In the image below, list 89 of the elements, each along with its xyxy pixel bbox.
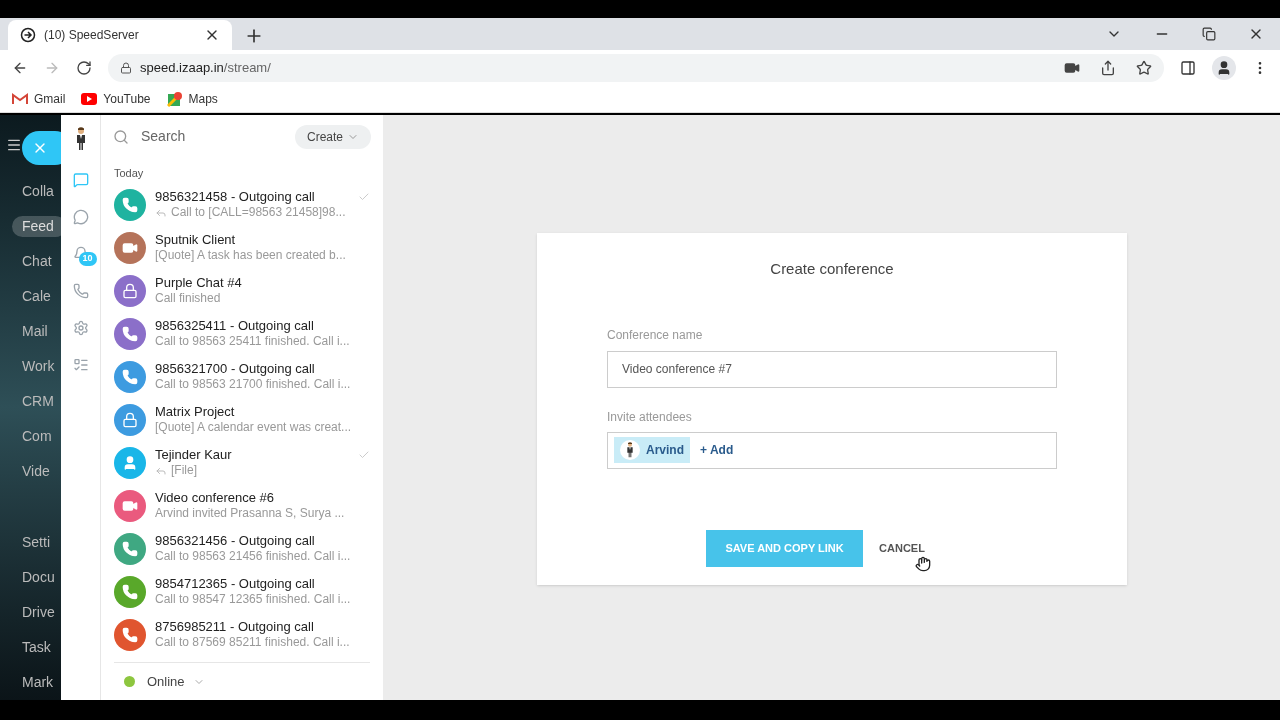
chat-title: 9856321456 - Outgoing call	[155, 533, 316, 550]
nav-item[interactable]: Feed	[12, 216, 61, 237]
address-bar[interactable]: speed.izaap.in/stream/	[108, 53, 1164, 82]
url-text: speed.izaap.in/stream/	[140, 58, 272, 77]
chat-title: Matrix Project	[155, 404, 236, 421]
nav-item[interactable]: Task	[12, 637, 61, 658]
mail-icon	[12, 92, 28, 105]
nav-item[interactable]: Com	[12, 426, 61, 447]
nav-item[interactable]: Docu	[12, 567, 61, 588]
cancel-button[interactable]: CANCEL	[879, 540, 925, 557]
chat-title: Purple Chat #4	[155, 275, 243, 292]
search-field[interactable]: Search	[141, 126, 283, 148]
chat-title: 9856321458 - Outgoing call	[155, 189, 316, 206]
reload-icon[interactable]	[76, 59, 92, 76]
list-icon[interactable]	[72, 357, 89, 373]
chat-preview: [Quote] A calendar event was creat...	[155, 420, 352, 436]
map-pin-icon	[166, 90, 183, 107]
nav-item[interactable]: Colla	[12, 181, 61, 202]
conversation-row[interactable]: 9856321456 - Outgoing call Call to 98563 21456 finished. Call i...	[101, 527, 383, 571]
attendee-chip[interactable]: Arvind	[614, 437, 690, 463]
phone-icon[interactable]	[72, 283, 89, 299]
conversation-row[interactable]: 9854712365 - Outgoing call Call to 98547 12365 finished. Call i...	[101, 570, 383, 614]
chat-title: 9856325411 - Outgoing call	[155, 318, 315, 335]
chat-title: 9854712365 - Outgoing call	[155, 576, 316, 593]
profile-icon[interactable]	[1212, 55, 1236, 80]
notification-badge: 10	[78, 252, 97, 266]
chat-title: Sputnik Client	[155, 232, 237, 249]
chat-preview: Arvind invited Prasanna S, Surya ...	[155, 506, 345, 522]
menu-icon[interactable]	[6, 137, 22, 153]
attendee-name: Arvind	[646, 442, 684, 459]
conversation-row[interactable]: 9856321458 - Outgoing call Call to [CALL=98563 21458]98...	[101, 183, 383, 227]
share-icon[interactable]	[1100, 59, 1116, 76]
chat-preview: [File]	[171, 463, 197, 479]
nav-item[interactable]: Vide	[12, 461, 61, 482]
conversation-row[interactable]: Matrix Project [Quote] A calendar event was creat...	[101, 398, 383, 442]
chat-preview: Call to 98563 21700 finished. Call i...	[155, 377, 351, 393]
section-label: Today	[113, 165, 145, 181]
nav-item[interactable]: CRM	[12, 391, 61, 412]
bookmark-link[interactable]: Gmail	[34, 90, 66, 107]
hand-cursor-icon	[914, 555, 931, 572]
chat-title: 9856321700 - Outgoing call	[155, 361, 316, 378]
chat-preview: [Quote] A task has been created b...	[155, 248, 346, 264]
lock-icon	[120, 61, 132, 74]
chat-title: Tejinder Kaur	[155, 447, 233, 464]
conversation-row[interactable]: 8756985211 - Outgoing call Call to 87569 85211 finished. Call i...	[101, 613, 383, 657]
dialog-title: Create conference	[770, 259, 894, 279]
side-panel-icon[interactable]	[1180, 59, 1196, 76]
chat-preview: Call to [CALL=98563 21458]98...	[171, 205, 346, 221]
chat-title: 8756985211 - Outgoing call	[155, 619, 315, 636]
conversation-row[interactable]: Sputnik Client [Quote] A task has been created b...	[101, 226, 383, 270]
nav-item[interactable]: Drive	[12, 602, 61, 623]
avatar-figure	[74, 127, 87, 151]
conversation-row[interactable]: 9856325411 - Outgoing call Call to 98563 25411 finished. Call i...	[101, 312, 383, 356]
search-icon	[113, 128, 129, 145]
bookmark-link[interactable]: Maps	[188, 90, 218, 107]
chat-preview: Call to 87569 85211 finished. Call i...	[155, 635, 350, 651]
conversation-row[interactable]: Tejinder Kaur [File]	[101, 441, 383, 485]
nav-item[interactable]: Work	[12, 356, 61, 377]
settings-icon[interactable]	[72, 320, 89, 336]
bookmark-link[interactable]: YouTube	[103, 90, 151, 107]
play-icon	[81, 92, 98, 105]
restore-icon[interactable]	[1202, 27, 1216, 41]
nav-item[interactable]: Chat	[12, 251, 61, 272]
chat-preview: Call to 98563 25411 finished. Call i...	[155, 334, 350, 350]
conversation-row[interactable]: Purple Chat #4 Call finished	[101, 269, 383, 313]
star-icon[interactable]	[1136, 59, 1152, 76]
chat-preview: Call finished	[155, 291, 221, 307]
conversation-row[interactable]: Video conference #6 Arvind invited Prasanna S, Surya ...	[101, 484, 383, 528]
attendees-field[interactable]: Arvind + Add	[607, 431, 1057, 469]
nav-item[interactable]: Cale	[12, 286, 61, 307]
field-label: Conference name	[607, 326, 704, 344]
field-label: Invite attendees	[607, 408, 693, 426]
tab-title: (10) SpeedServer	[44, 27, 140, 43]
conference-name-field[interactable]: Video conference #7	[607, 350, 1057, 388]
chat-preview: Call to 98563 21456 finished. Call i...	[155, 549, 351, 565]
arrow-circle-icon	[20, 27, 36, 43]
nav-item[interactable]: Mark	[12, 672, 61, 693]
create-button[interactable]: Create	[294, 124, 371, 149]
nav-item[interactable]: Setti	[12, 532, 61, 553]
browser-tab[interactable]: (10) SpeedServer	[8, 20, 232, 50]
chat-title: Video conference #6	[155, 490, 276, 507]
add-link[interactable]: + Add	[700, 441, 734, 459]
chat-preview: Call to 98547 12365 finished. Call i...	[155, 592, 351, 608]
status-dropdown[interactable]: Online	[147, 671, 205, 692]
close-button[interactable]	[22, 131, 61, 165]
chat-bubble-icon[interactable]	[72, 209, 89, 225]
attendee-avatar	[626, 442, 634, 458]
conversation-row[interactable]: 9856321700 - Outgoing call Call to 98563 21700 finished. Call i...	[101, 355, 383, 399]
nav-item[interactable]: Mail	[12, 321, 60, 342]
